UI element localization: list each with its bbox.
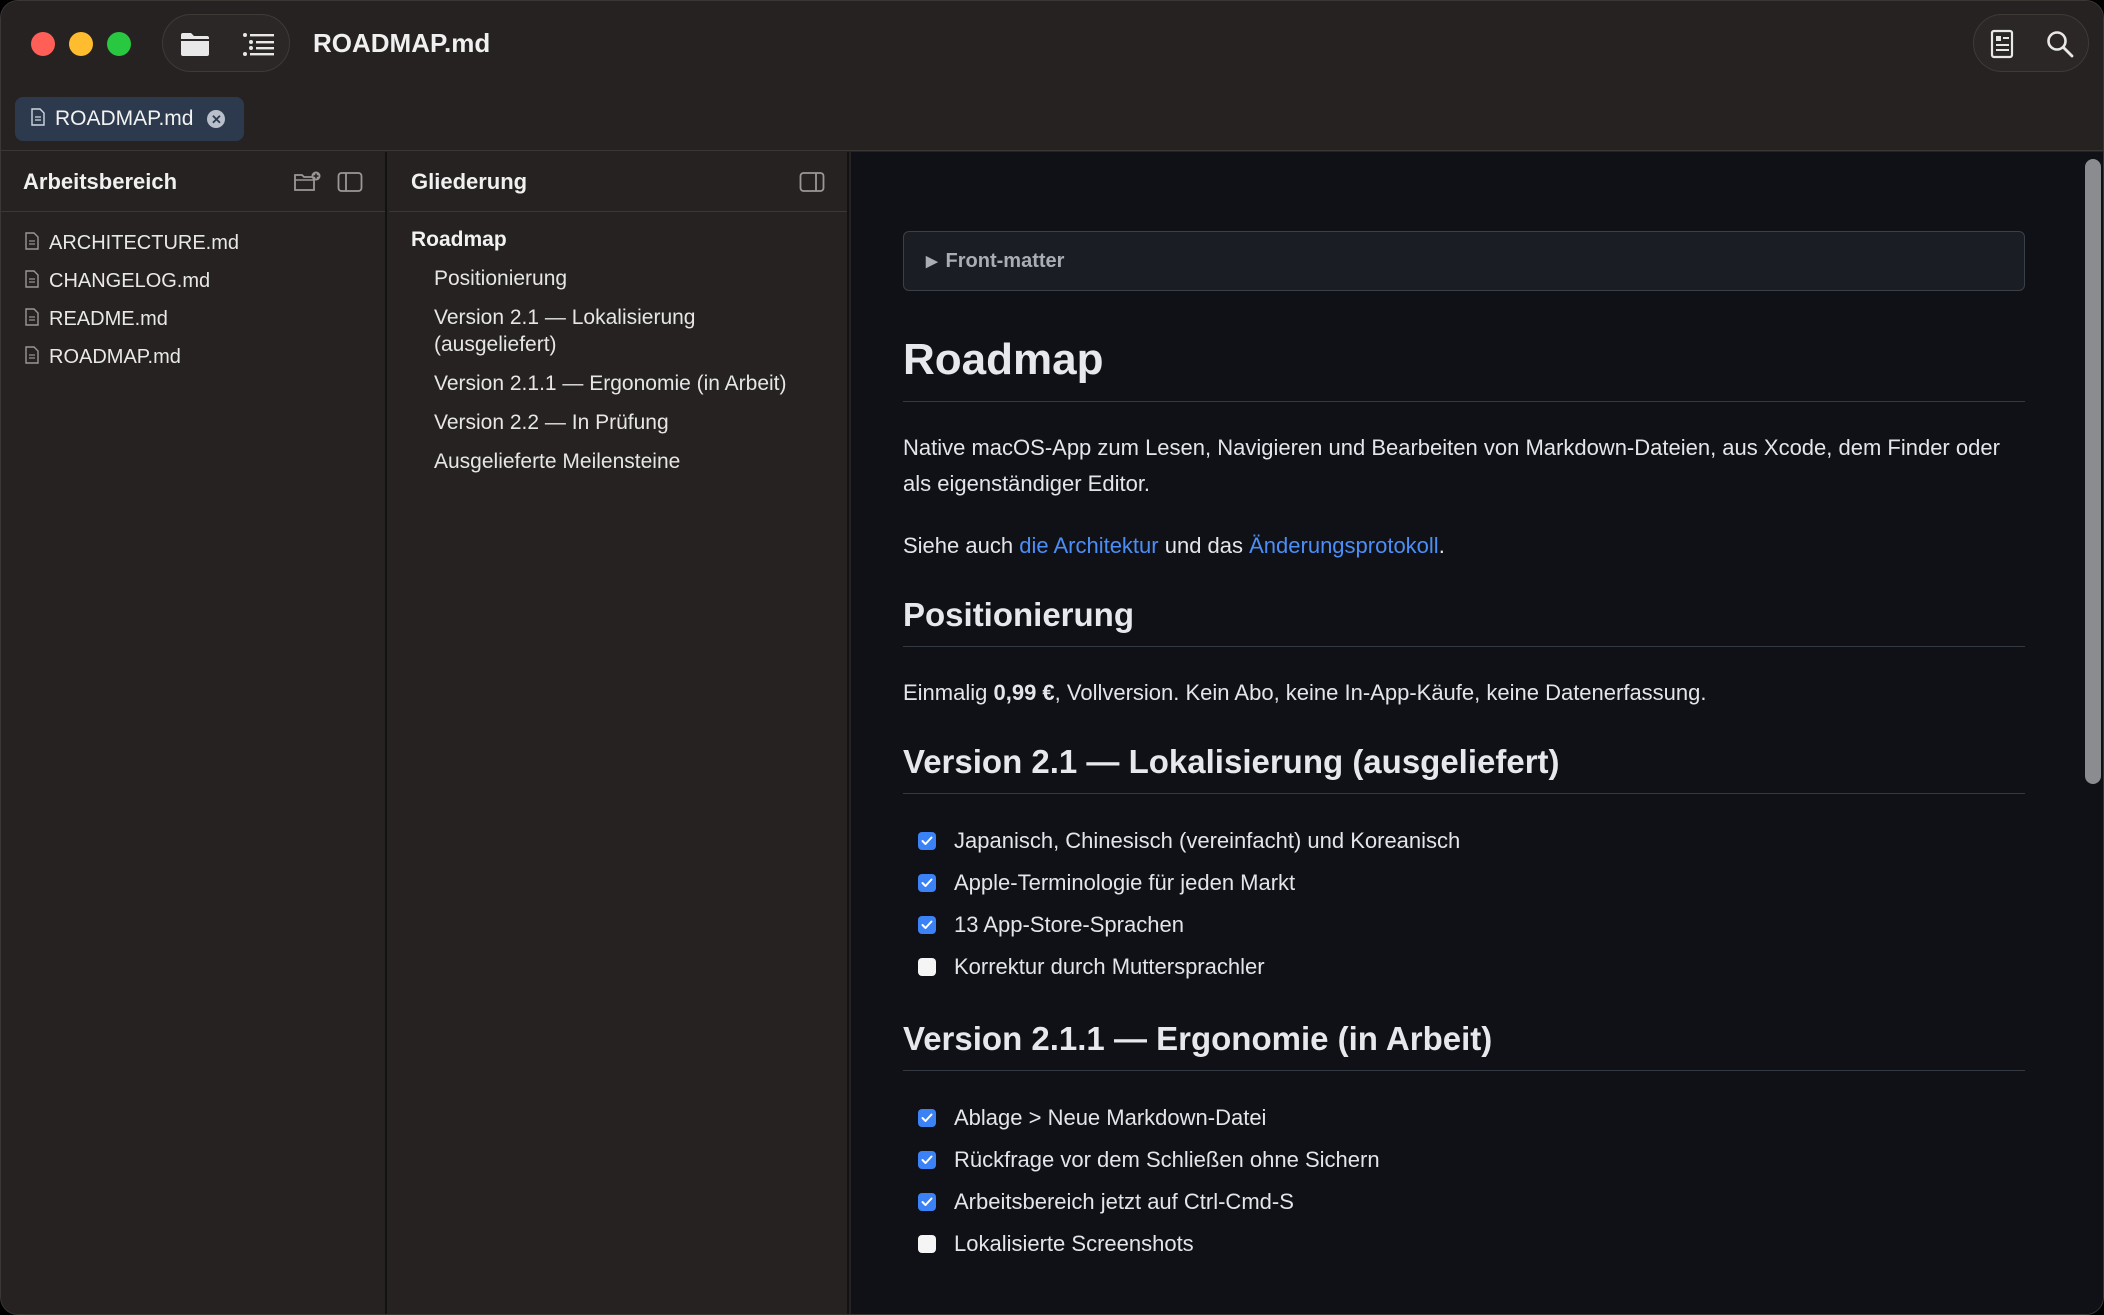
task-label: Rückfrage vor dem Schließen ohne Sichern (954, 1147, 1380, 1172)
app-window: ROADMAP.md ROADMAP.md ✕ Arbeitsbereich A… (0, 0, 2104, 1315)
task-checkbox-checked[interactable] (918, 832, 936, 850)
task-label: Arbeitsbereich jetzt auf Ctrl-Cmd-S (954, 1189, 1294, 1214)
file-label: ROADMAP.md (49, 345, 181, 368)
outline-list: Roadmap Positionierung Version 2.1 — Lok… (389, 212, 847, 475)
changelog-link[interactable]: Änderungsprotokoll (1249, 533, 1439, 558)
outline-toggle-button[interactable] (227, 15, 291, 73)
window-title: ROADMAP.md (313, 28, 491, 58)
search-button[interactable] (2030, 15, 2090, 73)
workspace-title: Arbeitsbereich (23, 168, 178, 194)
intro-paragraph: Native macOS-App zum Lesen, Navigieren u… (903, 435, 2000, 496)
task-label: Ablage > Neue Markdown-Datei (954, 1105, 1267, 1130)
file-item[interactable]: README.md (1, 300, 385, 338)
see-also-paragraph: Siehe auch die Architektur und das Änder… (903, 528, 2025, 564)
task-label: 13 App-Store-Sprachen (954, 912, 1184, 937)
close-window-button[interactable] (31, 32, 55, 56)
task-checkbox-checked[interactable] (918, 1151, 936, 1169)
document-icon (25, 307, 39, 331)
workspace-header: Arbeitsbereich (1, 152, 385, 212)
task-item: Rückfrage vor dem Schließen ohne Sichern (903, 1139, 2025, 1181)
close-icon: ✕ (211, 111, 222, 127)
sidebar-toggle-icon[interactable] (337, 171, 363, 198)
see-also-suffix: . (1438, 533, 1445, 558)
zoom-window-button[interactable] (107, 32, 131, 56)
document-view: ▶ Front-matter Roadmap Native macOS-App … (851, 152, 2103, 1314)
outline-sidebar: Gliederung Roadmap Positionierung Versio… (389, 152, 849, 1314)
positioning-paragraph: Einmalig 0,99 €, Vollversion. Kein Abo, … (903, 675, 2025, 711)
outline-header: Gliederung (389, 152, 847, 212)
reader-mode-button[interactable] (1974, 15, 2030, 73)
outline-title: Gliederung (411, 168, 528, 194)
document-icon (25, 269, 39, 293)
file-label: ARCHITECTURE.md (49, 231, 240, 254)
task-item: Arbeitsbereich jetzt auf Ctrl-Cmd-S (903, 1181, 2025, 1223)
task-checkbox-checked[interactable] (918, 916, 936, 934)
tab-roadmap[interactable]: ROADMAP.md ✕ (15, 97, 244, 141)
toolbar-right-group (1973, 14, 2089, 72)
task-label: Korrektur durch Muttersprachler (954, 954, 1265, 979)
outline-item-version-2-1[interactable]: Version 2.1 — Lokalisierung (ausgeliefer… (389, 304, 719, 358)
outline-item-version-2-2[interactable]: Version 2.2 — In Prüfung (389, 409, 829, 436)
task-label: Apple-Terminologie für jeden Markt (954, 870, 1296, 895)
task-label: Japanisch, Chinesisch (vereinfacht) und … (954, 828, 1461, 853)
folder-button[interactable] (163, 15, 227, 73)
minimize-window-button[interactable] (69, 32, 93, 56)
task-checkbox-checked[interactable] (918, 1109, 936, 1127)
task-checkbox-unchecked[interactable] (918, 958, 936, 976)
toolbar-left-group (162, 14, 290, 72)
positioning-suffix: , Vollversion. Kein Abo, keine In-App-Kä… (1054, 680, 1707, 705)
frontmatter-label: Front-matter (945, 249, 1065, 272)
document-icon (25, 345, 39, 369)
task-label: Lokalisierte Screenshots (954, 1231, 1194, 1256)
positioning-prefix: Einmalig (903, 680, 994, 705)
task-item: 13 App-Store-Sprachen (903, 904, 2025, 946)
outline-item-version-2-1-1[interactable]: Version 2.1.1 — Ergonomie (in Arbeit) (389, 370, 829, 397)
section-heading-positionierung: Positionierung (903, 596, 2025, 647)
task-checkbox-checked[interactable] (918, 1193, 936, 1211)
task-item: Korrektur durch Muttersprachler (903, 946, 2025, 988)
tab-label: ROADMAP.md (55, 107, 194, 130)
inspector-toggle-icon[interactable] (799, 171, 825, 198)
outline-item-meilensteine[interactable]: Ausgelieferte Meilensteine (389, 448, 829, 475)
outline-item-roadmap[interactable]: Roadmap (389, 226, 847, 253)
file-item[interactable]: ROADMAP.md (1, 338, 385, 376)
task-checkbox-unchecked[interactable] (918, 1235, 936, 1253)
section-heading-version-2-1: Version 2.1 — Lokalisierung (ausgeliefer… (903, 743, 2025, 794)
tab-close-button[interactable]: ✕ (207, 110, 226, 128)
document-icon (31, 107, 45, 131)
vertical-scrollbar[interactable] (2081, 152, 2103, 1314)
disclosure-triangle-icon: ▶ (926, 253, 938, 270)
architecture-link[interactable]: die Architektur (1019, 533, 1158, 558)
title-bar: ROADMAP.md (1, 1, 2103, 87)
document-icon (25, 231, 39, 255)
file-item[interactable]: ARCHITECTURE.md (1, 224, 385, 262)
tab-bar: ROADMAP.md ✕ (1, 87, 2103, 151)
price: 0,99 € (993, 680, 1055, 705)
task-list-version-2-1: Japanisch, Chinesisch (vereinfacht) und … (903, 820, 2025, 988)
task-item: Ablage > Neue Markdown-Datei (903, 1097, 2025, 1139)
outline-list-icon (242, 32, 276, 56)
see-also-prefix: Siehe auch (903, 533, 1020, 558)
task-checkbox-checked[interactable] (918, 874, 936, 892)
search-icon (2046, 30, 2074, 58)
task-item: Japanisch, Chinesisch (vereinfacht) und … (903, 820, 2025, 862)
file-list: ARCHITECTURE.md CHANGELOG.md README.md R… (1, 212, 385, 376)
task-list-version-2-1-1: Ablage > Neue Markdown-Datei Rückfrage v… (903, 1097, 2025, 1265)
folder-icon (179, 31, 211, 57)
workspace-sidebar: Arbeitsbereich ARCHITECTURE.md CHANGELOG… (1, 152, 387, 1314)
file-item[interactable]: CHANGELOG.md (1, 262, 385, 300)
frontmatter-disclosure[interactable]: ▶ Front-matter (903, 231, 2025, 291)
see-also-middle: und das (1158, 533, 1250, 558)
document-heading: Roadmap (903, 335, 2025, 402)
task-item: Apple-Terminologie für jeden Markt (903, 862, 2025, 904)
outline-item-positionierung[interactable]: Positionierung (389, 265, 829, 292)
file-label: CHANGELOG.md (49, 269, 211, 292)
markdown-article: ▶ Front-matter Roadmap Native macOS-App … (903, 231, 2025, 1265)
reader-mode-icon (1990, 29, 2014, 59)
task-item: Lokalisierte Screenshots (903, 1223, 2025, 1265)
scrollbar-thumb[interactable] (2085, 159, 2101, 784)
file-label: README.md (49, 307, 168, 330)
new-folder-icon[interactable] (293, 171, 321, 198)
section-heading-version-2-1-1: Version 2.1.1 — Ergonomie (in Arbeit) (903, 1020, 2025, 1071)
